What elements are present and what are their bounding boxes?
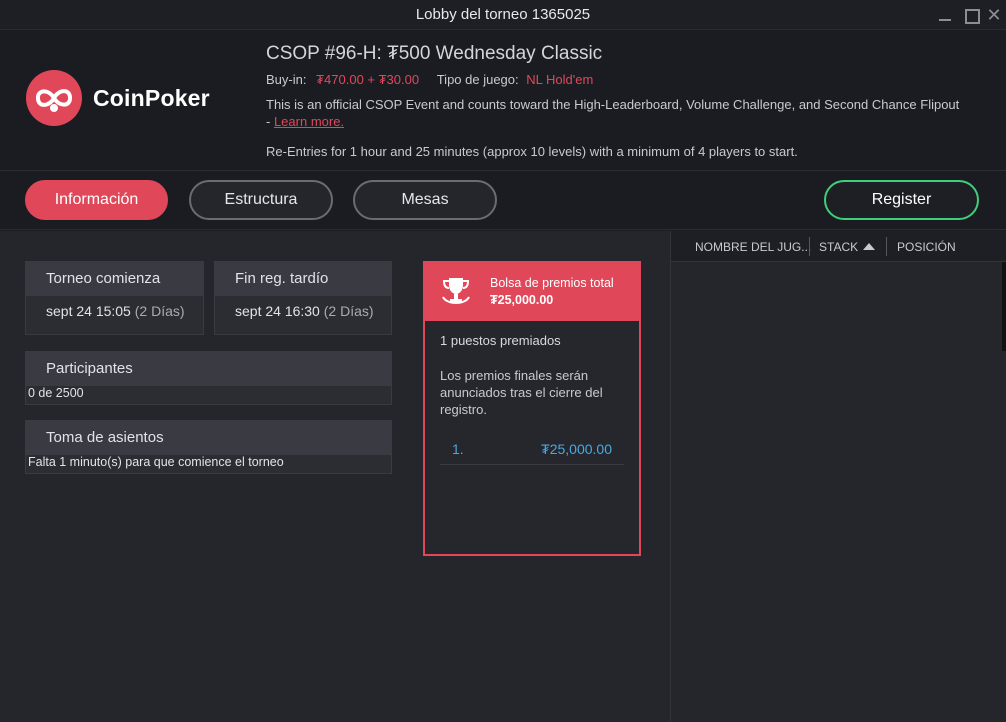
start-date: sept 24 15:05 bbox=[46, 303, 131, 319]
prize-pool-amount: ₮25,000.00 bbox=[490, 293, 554, 307]
buyin-line: Buy-in: ₮470.00 + ₮30.00 Tipo de juego: … bbox=[266, 72, 593, 87]
seating-title: Toma de asientos bbox=[26, 421, 391, 455]
prize-pool-header: Bolsa de premios total ₮25,000.00 bbox=[425, 263, 639, 321]
entrants-card: Participantes 0 de 2500 bbox=[25, 351, 392, 405]
start-time-card: Torneo comienza sept 24 15:05 (2 Días) bbox=[25, 261, 204, 335]
start-time-title: Torneo comienza bbox=[26, 262, 203, 296]
lobby-tabs: Información Estructura Mesas Register bbox=[0, 172, 1006, 230]
buyin-label: Buy-in: bbox=[266, 72, 307, 87]
prize-note: Los premios finales serán anunciados tra… bbox=[440, 368, 603, 417]
maximize-icon[interactable] bbox=[963, 7, 980, 24]
close-icon[interactable]: ✕ bbox=[986, 6, 1002, 24]
entrants-title: Participantes bbox=[26, 352, 391, 386]
players-table-header: NOMBRE DEL JUG... STACK POSICIÓN bbox=[671, 231, 1006, 262]
prize-amount: ₮25,000.00 bbox=[541, 441, 612, 457]
tournament-name: CSOP #96-H: ₮500 Wednesday Classic bbox=[266, 43, 603, 64]
sort-ascending-icon bbox=[863, 243, 876, 250]
column-stack-label: STACK bbox=[819, 240, 859, 254]
column-position[interactable]: POSICIÓN bbox=[897, 240, 956, 254]
late-reg-date: sept 24 16:30 bbox=[235, 303, 320, 319]
game-type-value: NL Hold'em bbox=[526, 72, 594, 87]
late-reg-title: Fin reg. tardío bbox=[215, 262, 391, 296]
window-title: Lobby del torneo 1365025 bbox=[415, 6, 591, 23]
coinpoker-logo: CoinPoker bbox=[25, 69, 225, 127]
entrants-value: 0 de 2500 bbox=[28, 386, 84, 400]
prize-row: 1. ₮25,000.00 bbox=[440, 433, 624, 465]
window-titlebar: Lobby del torneo 1365025 ✕ bbox=[0, 0, 1006, 30]
tab-informacion[interactable]: Información bbox=[25, 180, 168, 220]
register-button[interactable]: Register bbox=[824, 180, 979, 220]
coinpoker-logo-icon bbox=[26, 70, 82, 126]
game-type-label: Tipo de juego: bbox=[436, 72, 519, 87]
start-time-value: sept 24 15:05 (2 Días) bbox=[26, 296, 203, 326]
buyin-value: ₮470.00 + ₮30.00 bbox=[316, 72, 420, 87]
start-relative: (2 Días) bbox=[134, 303, 185, 319]
late-reg-relative: (2 Días) bbox=[323, 303, 374, 319]
prize-pool-card: Bolsa de premios total ₮25,000.00 1 pues… bbox=[423, 261, 641, 556]
seating-card: Toma de asientos Falta 1 minuto(s) para … bbox=[25, 420, 392, 474]
column-player-name[interactable]: NOMBRE DEL JUG... bbox=[695, 240, 811, 254]
info-panel: Torneo comienza sept 24 15:05 (2 Días) F… bbox=[0, 231, 670, 722]
late-reg-card: Fin reg. tardío sept 24 16:30 (2 Días) bbox=[214, 261, 392, 335]
paid-places: 1 puestos premiados bbox=[440, 333, 561, 348]
players-scrollbar[interactable] bbox=[1002, 262, 1006, 351]
prize-pool-title: Bolsa de premios total bbox=[490, 276, 614, 290]
players-panel: NOMBRE DEL JUG... STACK POSICIÓN bbox=[670, 231, 1006, 722]
tab-estructura[interactable]: Estructura bbox=[189, 180, 333, 220]
learn-more-link[interactable]: Learn more. bbox=[274, 114, 344, 129]
seating-value: Falta 1 minuto(s) para que comience el t… bbox=[28, 455, 284, 469]
minimize-icon[interactable] bbox=[937, 7, 953, 23]
brand-name: CoinPoker bbox=[93, 85, 210, 111]
column-stack[interactable]: STACK bbox=[819, 240, 876, 254]
column-divider bbox=[886, 237, 887, 256]
tab-mesas[interactable]: Mesas bbox=[353, 180, 497, 220]
description-text: This is an official CSOP Event and count… bbox=[266, 97, 960, 129]
prize-position: 1. bbox=[452, 441, 464, 457]
column-divider bbox=[809, 237, 810, 256]
late-reg-value: sept 24 16:30 (2 Días) bbox=[215, 296, 391, 326]
tournament-header: CoinPoker CSOP #96-H: ₮500 Wednesday Cla… bbox=[0, 31, 1006, 171]
reentry-info: Re-Entries for 1 hour and 25 minutes (ap… bbox=[266, 144, 798, 159]
tournament-description: This is an official CSOP Event and count… bbox=[266, 96, 966, 130]
trophy-icon bbox=[442, 278, 470, 304]
